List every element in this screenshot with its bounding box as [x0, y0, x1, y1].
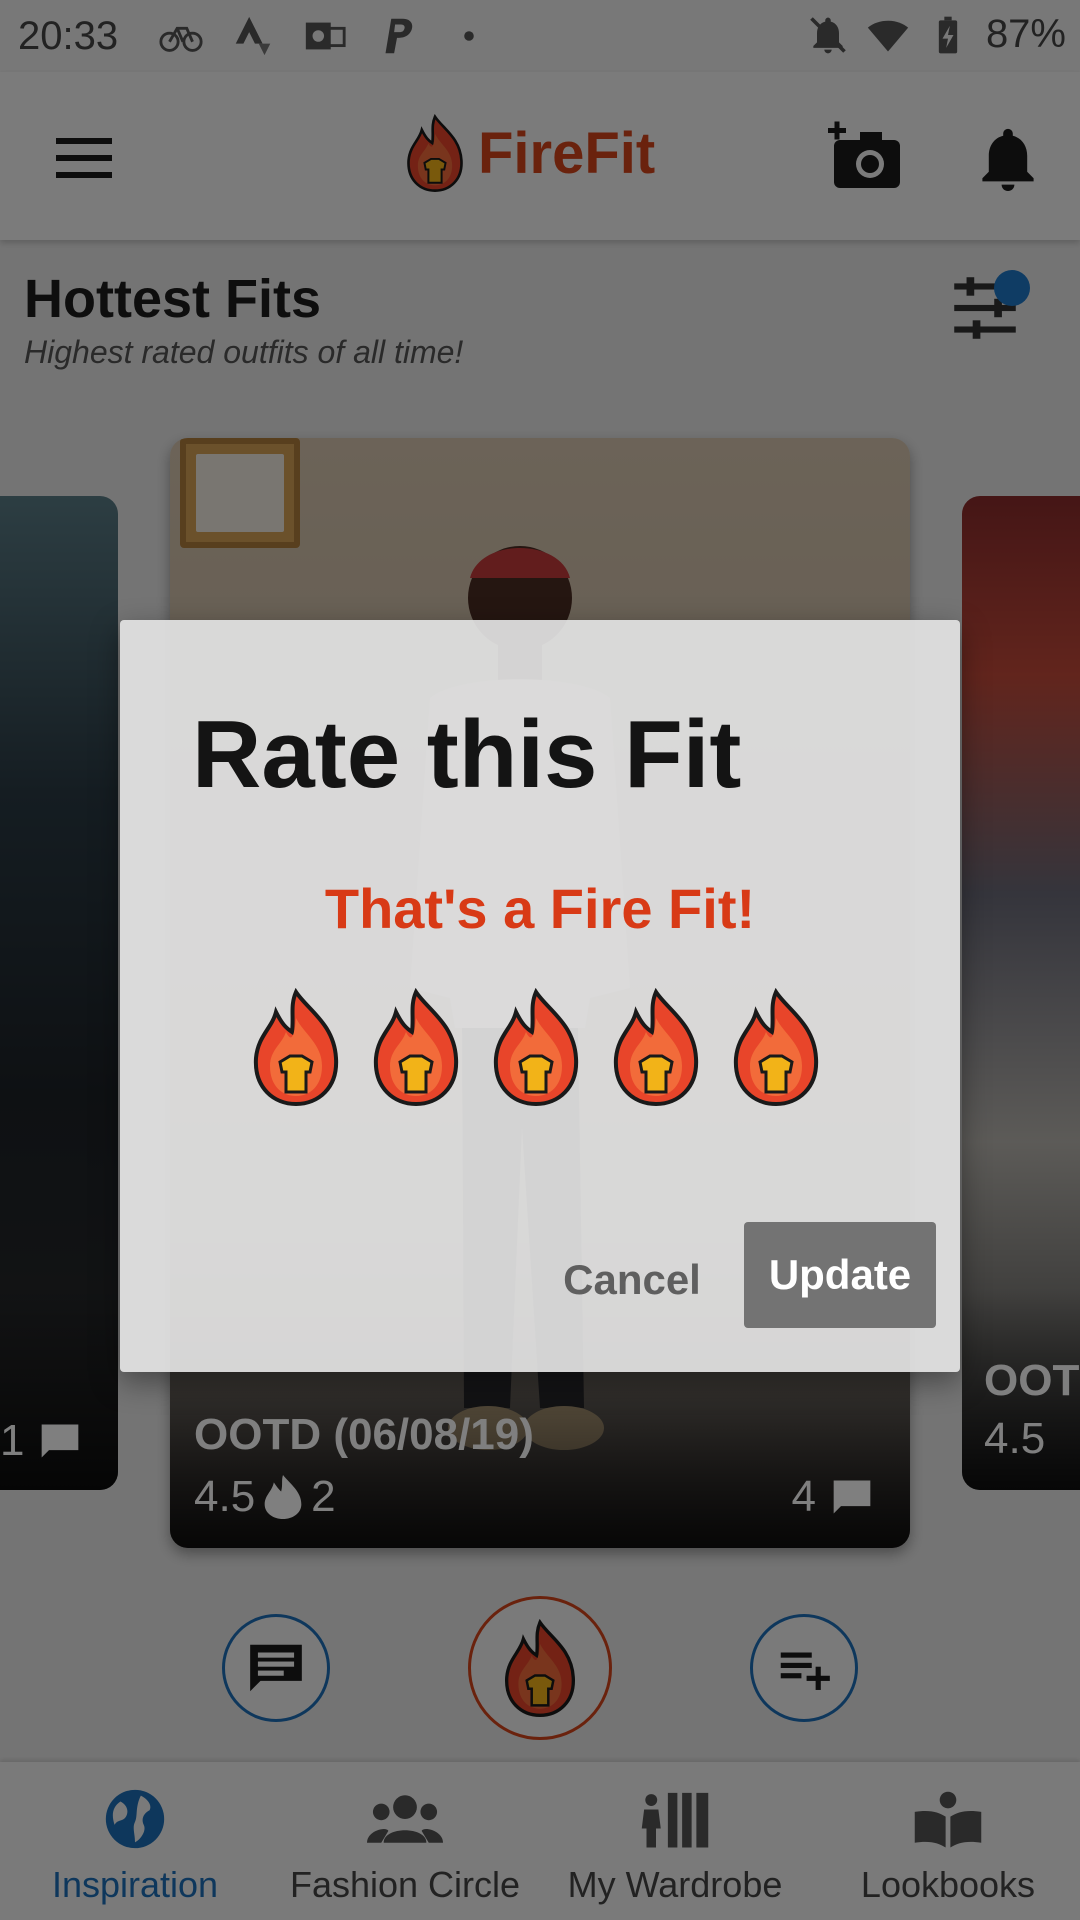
flame-rating-icon[interactable] — [606, 988, 706, 1106]
cancel-button[interactable]: Cancel — [532, 1240, 732, 1320]
update-button[interactable]: Update — [744, 1222, 936, 1328]
flame-rating-icon[interactable] — [726, 988, 826, 1106]
rating-message: That's a Fire Fit! — [324, 877, 756, 940]
flame-rating-icon[interactable] — [366, 988, 466, 1106]
dialog-title: Rate this Fit — [192, 701, 742, 808]
flame-rating-icon[interactable] — [486, 988, 586, 1106]
flame-rating-icon[interactable] — [246, 988, 346, 1106]
rate-fit-dialog: Rate this Fit That's a Fire Fit! Cancel … — [120, 620, 960, 1372]
flame-rating[interactable] — [246, 988, 826, 1106]
